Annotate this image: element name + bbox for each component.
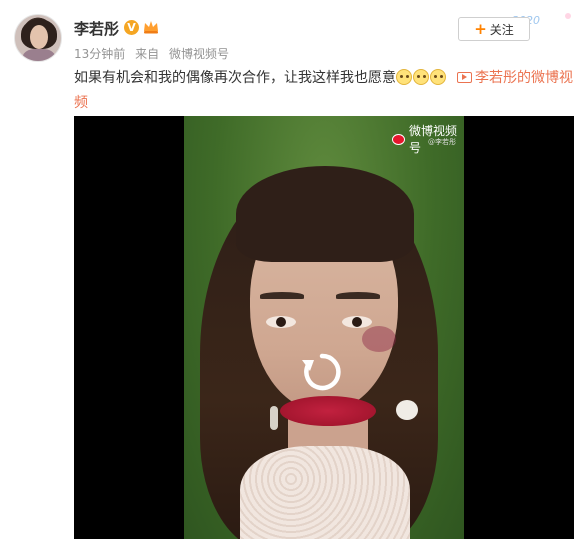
post-text: 如果有机会和我的偶像再次合作，让我这样我也愿意 李若彤的微博视频 — [74, 66, 574, 116]
video-frame: 微博视频号 @李若彤 — [184, 116, 464, 539]
vip-crown-icon — [144, 21, 158, 34]
yun-emoji-icon — [413, 69, 429, 85]
yun-emoji-icon — [430, 69, 446, 85]
yun-emoji-icon — [396, 69, 412, 85]
avatar-face — [30, 25, 48, 49]
post-meta: 13分钟前 来自 微博视频号 — [74, 45, 235, 62]
author-name[interactable]: 李若彤 — [74, 18, 119, 39]
source-prefix: 来自 — [135, 47, 160, 61]
right-earring — [396, 400, 418, 420]
post-body-text: 如果有机会和我的偶像再次合作，让我这样我也愿意 — [74, 70, 396, 86]
weibo-post-card: 李若彤 V 13分钟前 来自 微博视频号 2020 + 关注 如果有机会和我的偶… — [0, 0, 584, 539]
video-player[interactable]: 微博视频号 @李若彤 — [74, 116, 574, 539]
right-eyebrow — [336, 292, 380, 299]
bruise-makeup — [362, 326, 396, 352]
replay-icon[interactable] — [298, 348, 346, 396]
watermark-handle: @李若彤 — [428, 138, 456, 146]
left-eye — [266, 316, 296, 328]
video-link-icon — [457, 72, 472, 83]
post-time[interactable]: 13分钟前 — [74, 47, 125, 61]
lace-top — [240, 446, 410, 539]
author-avatar[interactable] — [14, 14, 62, 62]
plus-icon: + — [474, 19, 487, 38]
hair-top — [236, 166, 414, 262]
verified-badge-icon: V — [124, 20, 139, 35]
left-eyebrow — [260, 292, 304, 299]
avatar-body — [23, 49, 55, 61]
source-name[interactable]: 微博视频号 — [169, 47, 229, 61]
follow-button[interactable]: + 关注 — [458, 17, 530, 41]
smeared-lips — [280, 396, 376, 426]
left-earring — [270, 406, 278, 430]
right-eye — [342, 316, 372, 328]
follow-label: 关注 — [489, 22, 514, 37]
weibo-logo-icon — [392, 133, 405, 145]
